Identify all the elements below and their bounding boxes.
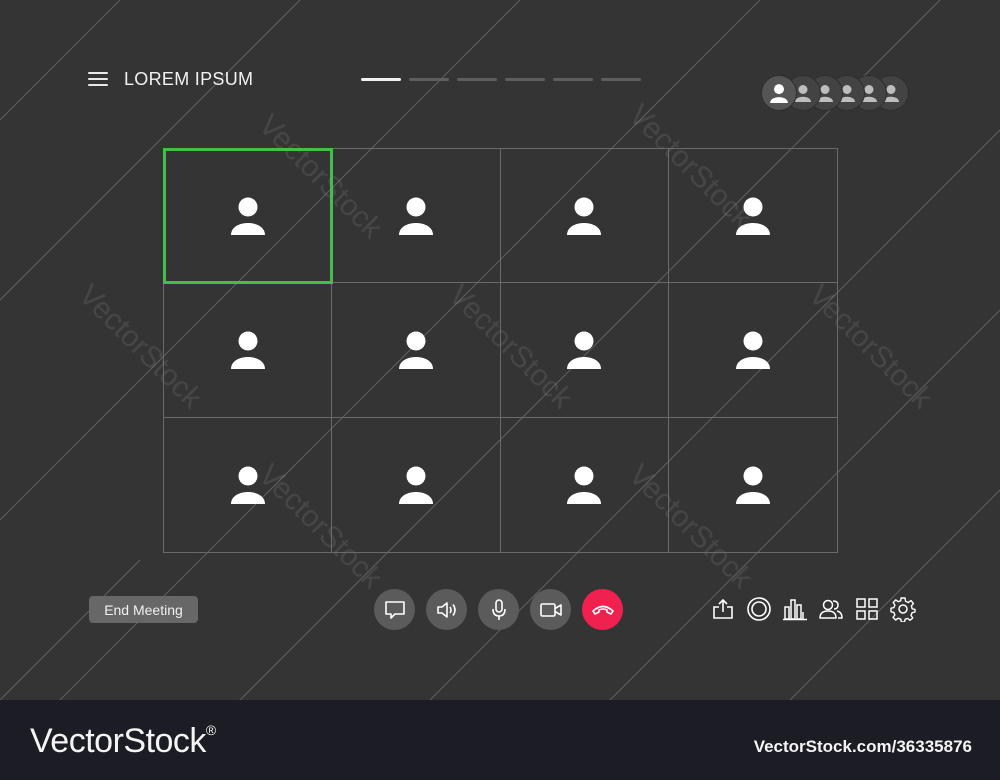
layout-button[interactable] bbox=[854, 596, 880, 622]
participant-tile[interactable] bbox=[500, 283, 669, 418]
gear-icon bbox=[890, 597, 916, 622]
hang-up-button[interactable] bbox=[582, 589, 623, 630]
page-dot[interactable] bbox=[409, 78, 449, 81]
participants-icon bbox=[819, 599, 843, 619]
page-title: LOREM IPSUM bbox=[124, 69, 254, 89]
phone-hangup-icon bbox=[591, 605, 614, 615]
record-button[interactable] bbox=[746, 596, 772, 622]
participant-tile[interactable] bbox=[669, 418, 837, 552]
record-icon bbox=[747, 597, 771, 621]
page-dot[interactable] bbox=[553, 78, 593, 81]
registered-mark: ® bbox=[205, 722, 216, 738]
video-camera-icon bbox=[539, 602, 562, 617]
participant-tile[interactable] bbox=[164, 283, 333, 418]
participants-stack[interactable] bbox=[761, 75, 909, 111]
speaker-icon bbox=[436, 601, 456, 618]
user-icon bbox=[735, 197, 770, 235]
avatar bbox=[761, 75, 797, 111]
footer-logo: VectorStock® bbox=[30, 722, 216, 761]
bar-chart-icon bbox=[783, 599, 807, 621]
participant-tile[interactable] bbox=[332, 417, 501, 552]
settings-button[interactable] bbox=[890, 596, 916, 622]
footer-image-id: VectorStock.com/36335876 bbox=[753, 737, 972, 756]
page-dot[interactable] bbox=[505, 78, 545, 81]
share-button[interactable] bbox=[710, 596, 736, 622]
page-dot[interactable] bbox=[601, 78, 641, 81]
user-icon bbox=[230, 466, 265, 504]
chat-button[interactable] bbox=[374, 589, 415, 630]
hamburger-icon[interactable] bbox=[88, 72, 108, 86]
user-icon bbox=[398, 466, 433, 504]
camera-button[interactable] bbox=[530, 589, 571, 630]
participant-tile[interactable] bbox=[500, 149, 669, 284]
meeting-window: VectorStock VectorStock VectorStock Vect… bbox=[0, 0, 1000, 700]
participant-tile[interactable] bbox=[668, 283, 837, 418]
participant-tile[interactable] bbox=[501, 417, 669, 552]
user-icon bbox=[567, 466, 602, 504]
participant-tile[interactable] bbox=[332, 149, 501, 284]
video-grid bbox=[162, 147, 838, 553]
footer-logo-text: VectorStock bbox=[30, 722, 206, 760]
user-icon bbox=[230, 331, 265, 369]
user-icon bbox=[398, 197, 433, 235]
user-icon bbox=[230, 197, 265, 235]
grid-layout-icon bbox=[856, 598, 878, 620]
user-icon bbox=[795, 85, 811, 102]
user-icon bbox=[735, 331, 770, 369]
user-icon bbox=[735, 466, 770, 504]
participants-button[interactable] bbox=[818, 596, 844, 622]
user-icon bbox=[770, 84, 788, 103]
call-controls bbox=[374, 589, 623, 630]
user-icon bbox=[567, 197, 602, 235]
participant-tile[interactable] bbox=[668, 149, 837, 284]
stats-button[interactable] bbox=[782, 596, 808, 622]
participant-tile[interactable] bbox=[332, 283, 501, 418]
page-indicator bbox=[361, 78, 641, 81]
participant-tile[interactable] bbox=[162, 147, 334, 285]
user-icon bbox=[567, 331, 602, 369]
microphone-icon bbox=[491, 598, 506, 620]
page-dot[interactable] bbox=[457, 78, 497, 81]
user-icon bbox=[398, 331, 433, 369]
chat-bubble-icon bbox=[384, 600, 405, 619]
participant-tile[interactable] bbox=[164, 417, 333, 552]
page-dot[interactable] bbox=[361, 78, 401, 81]
share-upload-icon bbox=[713, 598, 733, 619]
meeting-tools bbox=[710, 596, 916, 622]
microphone-button[interactable] bbox=[478, 589, 519, 630]
end-meeting-button[interactable]: End Meeting bbox=[89, 596, 198, 623]
speaker-button[interactable] bbox=[426, 589, 467, 630]
